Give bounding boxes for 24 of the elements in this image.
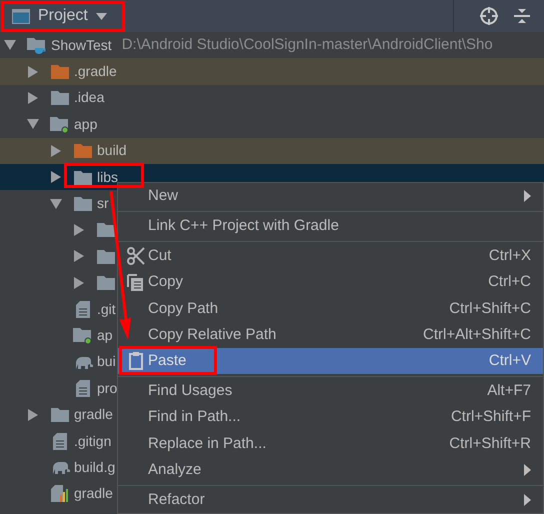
tree-label: .gitign <box>74 432 112 451</box>
tree-label: gradle <box>74 484 113 504</box>
tree-label: sr <box>97 194 109 214</box>
tree-label: build <box>97 141 127 160</box>
shortcut-label: Ctrl+Shift+R <box>449 434 531 454</box>
shortcut-label: Ctrl+Shift+C <box>449 298 531 319</box>
tree-label: .git <box>97 300 116 319</box>
tree-label: pro <box>97 378 118 398</box>
tree-label: .idea <box>74 88 104 108</box>
tree-label: ap <box>97 326 113 345</box>
shortcut-label: Ctrl+X <box>488 246 531 266</box>
tree-label: ShowTest <box>51 36 112 55</box>
shortcut-label: Ctrl+C <box>488 272 531 292</box>
tree-label: .gradle <box>74 62 117 82</box>
tree-label: bui <box>97 352 116 372</box>
shortcut-label: Alt+F7 <box>487 381 531 402</box>
tree-label: gradle <box>74 405 113 424</box>
tree-label: libs <box>97 168 118 187</box>
tree-label: build.g <box>74 458 116 477</box>
shortcut-label: Ctrl+Shift+F <box>450 407 531 428</box>
shortcut-label: Ctrl+V <box>488 350 531 371</box>
project-path: D:\Android Studio\CoolSignIn-master\AndroidClient\Sho <box>122 34 493 55</box>
tree-label: app <box>74 114 98 134</box>
shortcut-label: Ctrl+Alt+Shift+C <box>423 324 531 345</box>
